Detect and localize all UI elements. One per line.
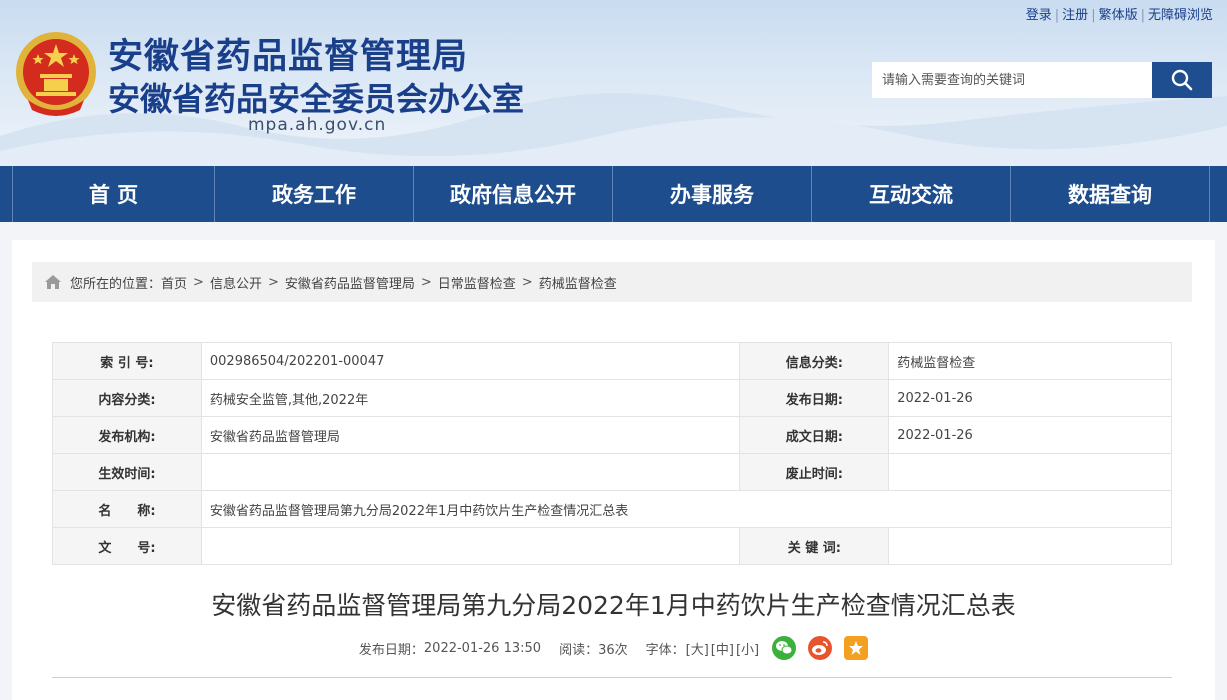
nav-government-work[interactable]: 政务工作 — [215, 166, 414, 222]
wechat-icon[interactable] — [772, 636, 797, 660]
nav-data-query[interactable]: 数据查询 — [1011, 166, 1210, 222]
info-category-value: 药械监督检查 — [888, 342, 1172, 380]
breadcrumb-bureau[interactable]: 安徽省药品监督管理局 — [285, 273, 415, 292]
publish-date-label: 发布日期: — [739, 379, 890, 417]
font-small-button[interactable]: [小] — [736, 639, 759, 658]
breadcrumb-separator: > — [521, 274, 533, 290]
publish-datetime: 2022-01-26 13:50 — [423, 640, 542, 656]
nav-services[interactable]: 办事服务 — [613, 166, 812, 222]
index-no-label: 索 引 号: — [52, 342, 202, 380]
table-row: 生效时间: 废止时间: — [52, 453, 1172, 491]
expiry-time-value — [888, 453, 1172, 491]
publisher-value: 安徽省药品监督管理局 — [200, 416, 741, 454]
content-category-value: 药械安全监管,其他,2022年 — [200, 379, 741, 417]
name-label: 名 称: — [52, 490, 202, 528]
effective-time-value — [200, 453, 741, 491]
register-link[interactable]: 注册 — [1062, 8, 1088, 23]
article-info-bar: 发布日期： 2022-01-26 13:50 阅读： 36次 字体： [大] [… — [12, 636, 1215, 660]
breadcrumb-separator: > — [420, 274, 432, 290]
font-size-label: 字体： — [645, 642, 685, 658]
site-title-sub: 安徽省药品安全委员会办公室 — [108, 80, 525, 118]
table-row: 内容分类: 药械安全监管,其他,2022年 发布日期: 2022-01-26 — [52, 379, 1172, 417]
index-no-value: 002986504/202201-00047 — [200, 342, 741, 380]
search-icon — [1171, 69, 1193, 91]
font-large-button[interactable]: [大] — [686, 639, 709, 658]
table-row: 发布机构: 安徽省药品监督管理局 成文日期: 2022-01-26 — [52, 416, 1172, 454]
search-button[interactable] — [1152, 62, 1212, 98]
nav-interaction[interactable]: 互动交流 — [812, 166, 1011, 222]
nav-info-disclosure[interactable]: 政府信息公开 — [414, 166, 613, 222]
weibo-icon[interactable] — [808, 636, 833, 660]
expiry-time-label: 废止时间: — [739, 453, 890, 491]
keywords-value — [888, 527, 1172, 565]
publisher-label: 发布机构: — [52, 416, 202, 454]
breadcrumb-separator: > — [193, 274, 204, 290]
accessibility-link[interactable]: 无障碍浏览 — [1148, 8, 1213, 23]
breadcrumb-daily-inspection[interactable]: 日常监督检查 — [438, 273, 516, 292]
breadcrumb-separator: > — [267, 274, 279, 290]
publish-date-prefix: 发布日期： — [358, 642, 424, 658]
top-links: 登录 | 注册 | 繁体版 | 无障碍浏览 — [1025, 8, 1213, 23]
info-category-label: 信息分类: — [739, 342, 890, 380]
site-title-main: 安徽省药品监督管理局 — [108, 37, 469, 77]
views-label: 阅读： — [559, 642, 599, 658]
favorite-star-icon[interactable] — [844, 636, 869, 660]
traditional-chinese-link[interactable]: 繁体版 — [1099, 8, 1138, 23]
table-row: 文 号: 关 键 词: — [52, 527, 1172, 565]
doc-no-label: 文 号: — [52, 527, 202, 565]
views-count: 36次 — [598, 642, 628, 658]
national-emblem-icon — [16, 32, 96, 116]
publish-date-value: 2022-01-26 — [888, 379, 1172, 417]
site-url: mpa.ah.gov.cn — [248, 115, 387, 135]
breadcrumb-drug-device-inspection[interactable]: 药械监督检查 — [539, 273, 617, 292]
home-icon — [44, 274, 62, 290]
table-row: 索 引 号: 002986504/202201-00047 信息分类: 药械监督… — [52, 342, 1172, 380]
main-nav: 首 页 政务工作 政府信息公开 办事服务 互动交流 数据查询 — [0, 166, 1227, 222]
login-link[interactable]: 登录 — [1026, 8, 1052, 23]
breadcrumb: 您所在的位置： 首页 > 信息公开 > 安徽省药品监督管理局 > 日常监督检查 … — [32, 262, 1192, 302]
doc-no-value — [200, 527, 741, 565]
site-header: 安徽省药品监督管理局 安徽省药品安全委员会办公室 mpa.ah.gov.cn 登… — [0, 0, 1227, 166]
breadcrumb-home[interactable]: 首页 — [161, 273, 187, 292]
effective-time-label: 生效时间: — [52, 453, 202, 491]
search-input[interactable] — [872, 62, 1152, 98]
nav-home[interactable]: 首 页 — [12, 166, 215, 222]
content-category-label: 内容分类: — [52, 379, 202, 417]
breadcrumb-info-disclosure[interactable]: 信息公开 — [210, 273, 262, 292]
creation-date-label: 成文日期: — [739, 416, 890, 454]
content-divider — [52, 677, 1172, 678]
creation-date-value: 2022-01-26 — [888, 416, 1172, 454]
article-title: 安徽省药品监督管理局第九分局2022年1月中药饮片生产检查情况汇总表 — [211, 591, 1016, 620]
keywords-label: 关 键 词: — [739, 527, 890, 565]
name-value: 安徽省药品监督管理局第九分局2022年1月中药饮片生产检查情况汇总表 — [200, 490, 1173, 528]
metadata-table: 索 引 号: 002986504/202201-00047 信息分类: 药械监督… — [52, 342, 1173, 565]
font-medium-button[interactable]: [中] — [711, 639, 734, 658]
breadcrumb-prefix: 您所在的位置： — [70, 276, 162, 292]
table-row: 名 称: 安徽省药品监督管理局第九分局2022年1月中药饮片生产检查情况汇总表 — [52, 490, 1173, 528]
main-content: 您所在的位置： 首页 > 信息公开 > 安徽省药品监督管理局 > 日常监督检查 … — [12, 240, 1215, 700]
